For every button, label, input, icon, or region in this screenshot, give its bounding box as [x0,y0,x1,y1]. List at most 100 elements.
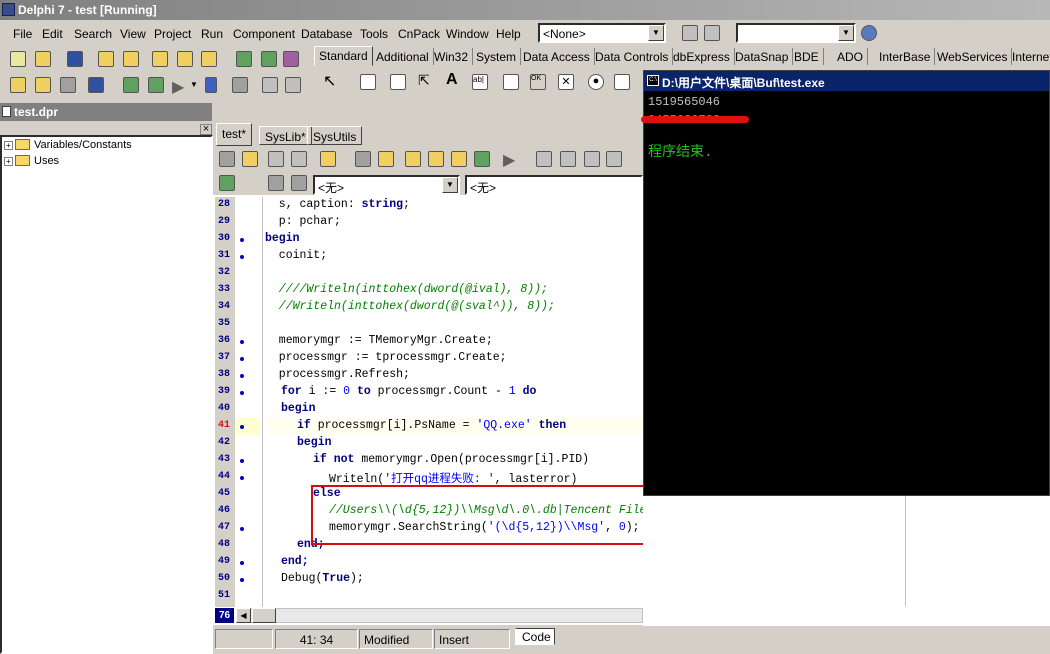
editor-tool-icon[interactable] [219,151,235,167]
editor-tool-icon[interactable] [560,151,576,167]
memo-icon[interactable] [503,74,519,90]
palette-tab-datasnap[interactable]: DataSnap [731,48,794,65]
executable-line-dot-icon[interactable] [240,476,244,480]
button-icon[interactable]: OK [530,74,546,90]
executable-line-dot-icon[interactable] [240,425,244,429]
menu-database[interactable]: Database [301,27,352,41]
program-reset-icon[interactable] [232,77,248,93]
palette-tab-interbase[interactable]: InterBase [875,48,936,65]
menu-search[interactable]: Search [74,27,112,41]
class-scope-select[interactable]: <无> ▼ [313,175,460,195]
main-menu-icon[interactable] [360,74,376,90]
executable-line-dot-icon[interactable] [240,561,244,565]
tab-sysutils[interactable]: SysUtils [307,126,363,145]
new-form-icon[interactable] [88,77,104,93]
executable-line-dot-icon[interactable] [240,459,244,463]
expand-icon[interactable]: + [4,141,13,150]
executable-line-dot-icon[interactable] [240,238,244,242]
console-window[interactable]: D:\用户文件\桌面\Buf\test.exe C:\ 1519565046 0… [643,70,1050,496]
cursor-icon[interactable]: ⇱ [418,72,430,89]
chevron-down-icon[interactable]: ▼ [190,80,198,89]
view-unit-icon[interactable] [10,77,26,93]
editor-tool-icon[interactable] [606,151,622,167]
method-scope-select[interactable]: <无> [465,175,643,195]
palette-tab-bde[interactable]: BDE [790,48,824,65]
toggle-form-unit-icon[interactable] [60,77,76,93]
palette-tab-ado[interactable]: ADO [833,48,869,65]
palette-tab-standard[interactable]: Standard [314,46,373,66]
palette-tab-system[interactable]: System [472,48,522,65]
menu-file[interactable]: File [13,27,32,41]
palette-tab-internet[interactable]: Internet [1008,48,1050,65]
menu-window[interactable]: Window [446,27,489,41]
palette-tab-win32[interactable]: Win32 [430,48,474,65]
executable-line-dot-icon[interactable] [240,578,244,582]
palette-tab-additional[interactable]: Additional [372,48,434,65]
listbox-icon[interactable] [614,74,630,90]
radio-button-icon[interactable]: ● [588,74,604,90]
tree-item-variables[interactable]: + Variables/Constants [4,139,132,151]
help-what-icon[interactable] [283,51,299,67]
editor-tool-icon[interactable] [291,151,307,167]
save-all-icon[interactable] [98,51,114,67]
label-icon[interactable]: A [446,71,458,89]
pointer-arrow-icon[interactable]: ↖ [323,71,336,91]
save-desktop-icon[interactable] [682,25,698,41]
palette-tab-dbexpress[interactable]: dbExpress [669,48,735,65]
executable-line-dot-icon[interactable] [240,527,244,531]
menu-tools[interactable]: Tools [360,27,388,41]
tab-syslib[interactable]: SysLib* [259,126,312,145]
close-icon[interactable]: × [200,124,212,135]
menu-cnpack[interactable]: CnPack [398,27,440,41]
edit-icon[interactable]: ab| [472,74,488,90]
tab-code[interactable]: Code [515,628,555,645]
popup-menu-icon[interactable] [390,74,406,90]
tab-test[interactable]: test* [216,123,253,146]
menu-view[interactable]: View [120,27,146,41]
step-over-icon[interactable] [285,77,301,93]
editor-tool-icon[interactable] [584,151,600,167]
editor-tool-icon[interactable] [428,151,444,167]
intf-icon[interactable] [268,175,284,191]
menu-edit[interactable]: Edit [42,27,63,41]
tree-item-uses[interactable]: + Uses [4,155,59,167]
horizontal-scrollbar[interactable] [236,608,643,623]
editor-tool-icon[interactable] [474,151,490,167]
run-icon[interactable]: ▶ [503,150,515,170]
breakpoint-icon[interactable] [123,77,139,93]
expand-icon[interactable]: + [4,157,13,166]
impl-icon[interactable] [291,175,307,191]
editor-tool-icon[interactable] [355,151,371,167]
scroll-left-icon[interactable]: ◀ [236,608,251,623]
editor-tool-icon[interactable] [378,151,394,167]
palette-tab-data-controls[interactable]: Data Controls [591,48,674,65]
editor-tool-icon[interactable] [242,151,258,167]
remove-file-icon[interactable] [177,51,193,67]
palette-tab-webservices[interactable]: WebServices [933,48,1013,65]
desktop-select[interactable]: <None> ▼ [538,23,666,43]
editor-tool-icon[interactable] [320,151,336,167]
new-icon[interactable] [10,51,26,67]
menu-component[interactable]: Component [233,27,295,41]
cnpack-select[interactable]: ▼ [736,23,856,43]
evaluate-icon[interactable] [148,77,164,93]
scroll-thumb[interactable] [252,608,276,623]
menu-project[interactable]: Project [154,27,191,41]
editor-tool-icon[interactable] [268,151,284,167]
executable-line-dot-icon[interactable] [240,374,244,378]
add-file-icon[interactable] [152,51,168,67]
executable-line-dot-icon[interactable] [240,340,244,344]
editor-tool-icon[interactable] [405,151,421,167]
editor-tool-icon[interactable] [536,151,552,167]
executable-line-dot-icon[interactable] [240,255,244,259]
view-form-icon[interactable] [35,77,51,93]
open-project-icon[interactable] [123,51,139,67]
checkbox-icon[interactable]: ✕ [558,74,574,90]
trace-into-icon[interactable] [262,77,278,93]
globe-icon[interactable] [861,25,877,41]
navigate-icon[interactable] [219,175,235,191]
menu-help[interactable]: Help [496,27,521,41]
executable-line-dot-icon[interactable] [240,391,244,395]
check-icon[interactable] [201,51,217,67]
pause-icon[interactable] [205,77,217,93]
